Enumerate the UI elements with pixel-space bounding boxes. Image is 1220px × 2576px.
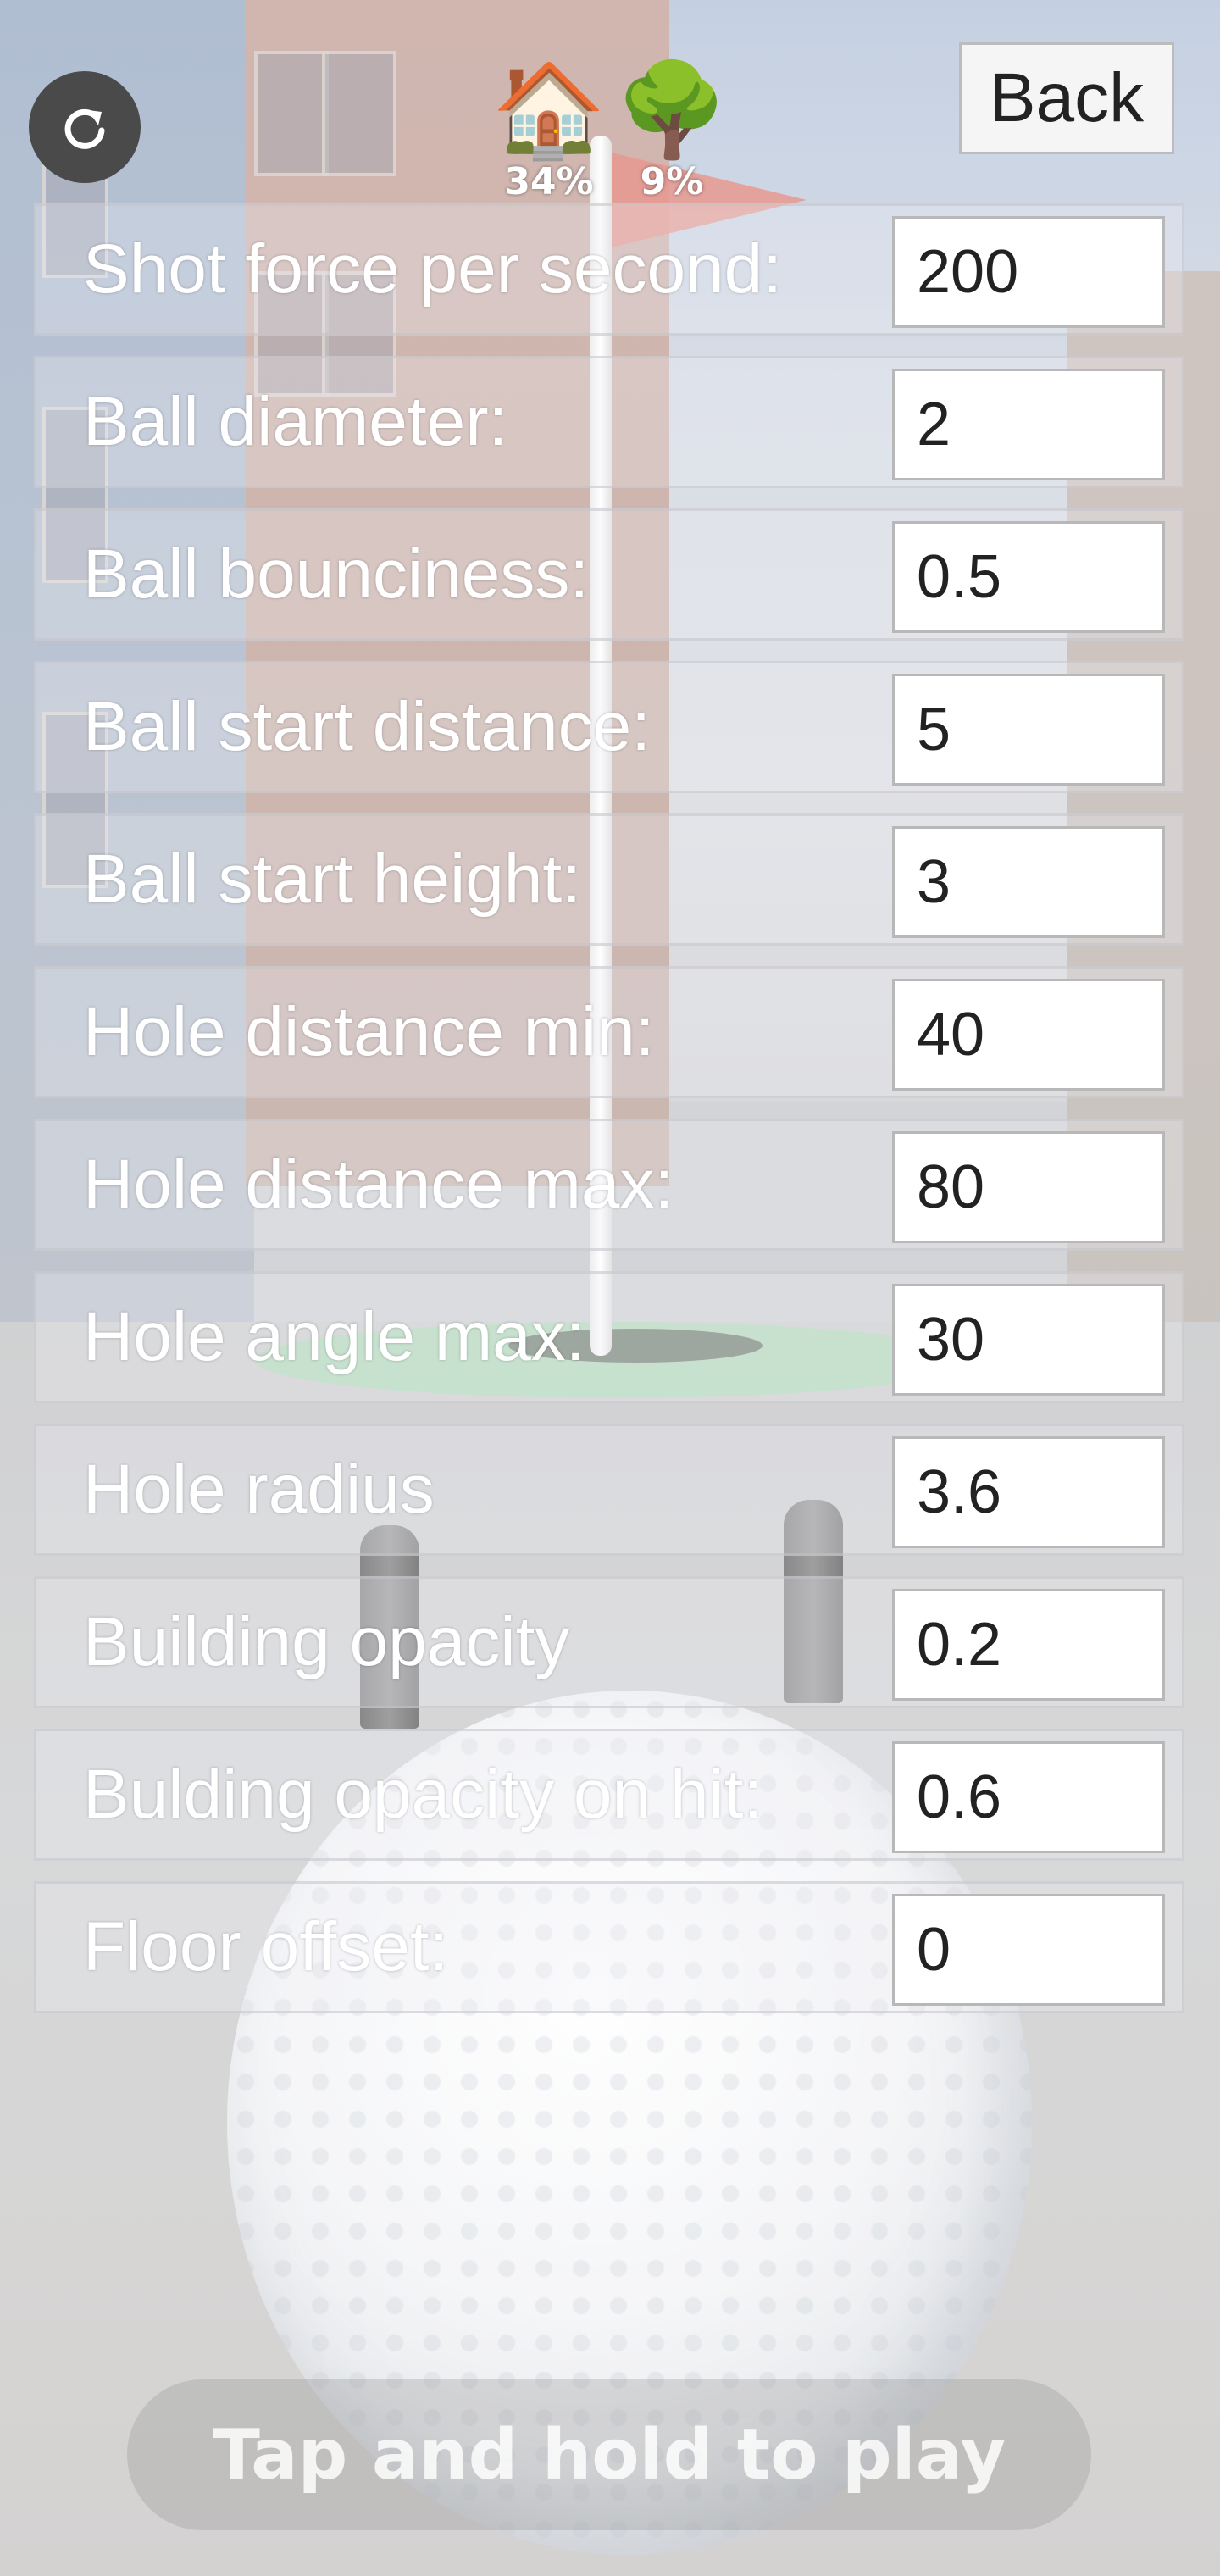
setting-label: Ball diameter: [83, 383, 508, 460]
setting-label: Bulding opacity on hit: [83, 1756, 763, 1833]
hole-distance-max-input[interactable] [892, 1131, 1165, 1243]
setting-row-ball-diameter: Ball diameter: [34, 356, 1184, 488]
setting-row-hole-distance-min: Hole distance min: [34, 966, 1184, 1098]
ball-start-distance-input[interactable] [892, 674, 1165, 786]
setting-label: Hole radius [83, 1451, 435, 1528]
hole-distance-min-input[interactable] [892, 979, 1165, 1091]
setting-row-ball-start-height: Ball start height: [34, 813, 1184, 946]
setting-label: Hole angle max: [83, 1298, 585, 1375]
setting-label: Ball bounciness: [83, 536, 590, 613]
shot-force-input[interactable] [892, 216, 1165, 328]
setting-row-hole-distance-max: Hole distance max: [34, 1119, 1184, 1251]
refresh-icon [64, 108, 105, 149]
tap-and-hold-hint[interactable]: Tap and hold to play [127, 2379, 1091, 2530]
tree-stat: 🌳 9% [613, 59, 731, 203]
house-percentage: 34% [504, 160, 594, 203]
house-icon: 🏠 [491, 58, 607, 161]
tree-icon: 🌳 [614, 58, 729, 161]
ball-diameter-input[interactable] [892, 369, 1165, 480]
setting-label: Floor offset: [83, 1908, 449, 1985]
setting-row-ball-start-distance: Ball start distance: [34, 661, 1184, 793]
setting-label: Building opacity [83, 1603, 570, 1680]
reset-button[interactable] [29, 71, 141, 183]
house-stat: 🏠 34% [490, 59, 608, 203]
setting-row-hole-angle-max: Hole angle max: [34, 1271, 1184, 1403]
ball-start-height-input[interactable] [892, 826, 1165, 938]
back-button[interactable]: Back [959, 42, 1174, 154]
setting-row-ball-bounciness: Ball bounciness: [34, 508, 1184, 641]
building-opacity-input[interactable] [892, 1589, 1165, 1701]
floor-offset-input[interactable] [892, 1894, 1165, 2006]
setting-row-building-opacity: Building opacity [34, 1576, 1184, 1708]
setting-row-hole-radius: Hole radius [34, 1424, 1184, 1556]
tree-percentage: 9% [640, 160, 704, 203]
setting-row-shot-force: Shot force per second: [34, 203, 1184, 336]
setting-label: Hole distance max: [83, 1146, 674, 1223]
hole-radius-input[interactable] [892, 1436, 1165, 1548]
setting-row-building-opacity-on-hit: Bulding opacity on hit: [34, 1729, 1184, 1861]
building-opacity-on-hit-input[interactable] [892, 1741, 1165, 1853]
setting-label: Ball start distance: [83, 688, 651, 765]
setting-label: Ball start height: [83, 841, 581, 918]
setting-label: Shot force per second: [83, 230, 783, 308]
ball-bounciness-input[interactable] [892, 521, 1165, 633]
hole-angle-max-input[interactable] [892, 1284, 1165, 1396]
setting-row-floor-offset: Floor offset: [34, 1881, 1184, 2013]
setting-label: Hole distance min: [83, 993, 655, 1070]
